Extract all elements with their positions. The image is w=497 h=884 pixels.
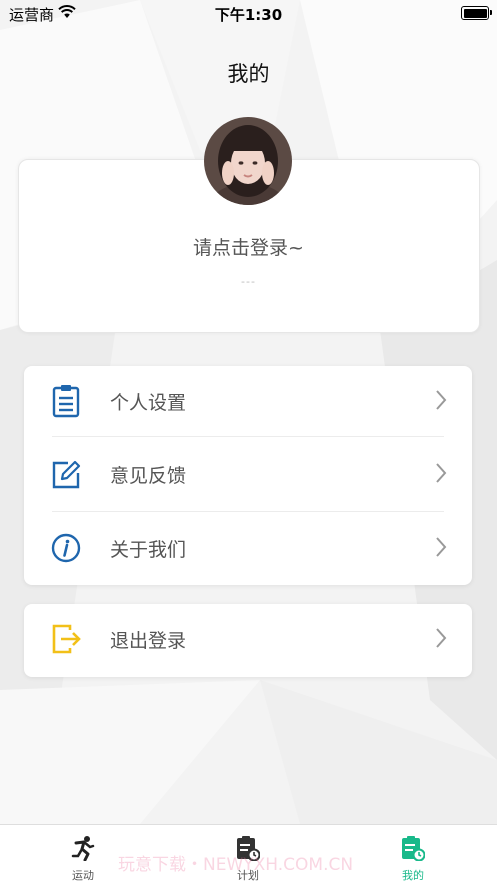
chevron-right-icon xyxy=(436,463,447,483)
chevron-right-icon xyxy=(436,537,447,557)
avatar[interactable] xyxy=(204,117,292,205)
tab-mine[interactable]: 我的 xyxy=(353,825,473,884)
menu-item-label: 关于我们 xyxy=(110,539,187,561)
logout-card: 退出登录 xyxy=(24,604,472,677)
tab-label: 我的 xyxy=(402,869,424,882)
divider xyxy=(52,436,444,437)
logout-label: 退出登录 xyxy=(110,630,187,652)
settings-menu: 个人设置 意见反馈 关于我们 xyxy=(24,366,472,585)
chevron-right-icon xyxy=(436,628,447,648)
logout-icon xyxy=(52,624,81,654)
divider xyxy=(52,511,444,512)
running-icon xyxy=(71,836,95,861)
watermark-text: 玩意下载・NEWYXH.COM.CN xyxy=(118,855,354,875)
battery-icon xyxy=(461,6,492,20)
login-prompt[interactable]: 请点击登录~ xyxy=(0,233,497,260)
profile-subtitle: --- xyxy=(241,275,256,288)
status-bar: 运营商 下午1:30 xyxy=(0,0,497,26)
info-icon xyxy=(51,533,81,563)
page-title: 我的 xyxy=(227,62,270,86)
menu-item-feedback[interactable]: 意见反馈 xyxy=(24,439,472,513)
menu-item-label: 意见反馈 xyxy=(110,465,187,487)
menu-item-personal-settings[interactable]: 个人设置 xyxy=(24,366,472,440)
logout-button[interactable]: 退出登录 xyxy=(24,604,472,678)
edit-icon xyxy=(52,460,81,489)
chevron-right-icon xyxy=(436,390,447,410)
menu-item-about-us[interactable]: 关于我们 xyxy=(24,513,472,587)
clipboard-list-icon xyxy=(52,385,80,418)
clock: 下午1:30 xyxy=(214,6,283,24)
menu-item-label: 个人设置 xyxy=(110,392,187,414)
profile-icon xyxy=(402,836,425,861)
